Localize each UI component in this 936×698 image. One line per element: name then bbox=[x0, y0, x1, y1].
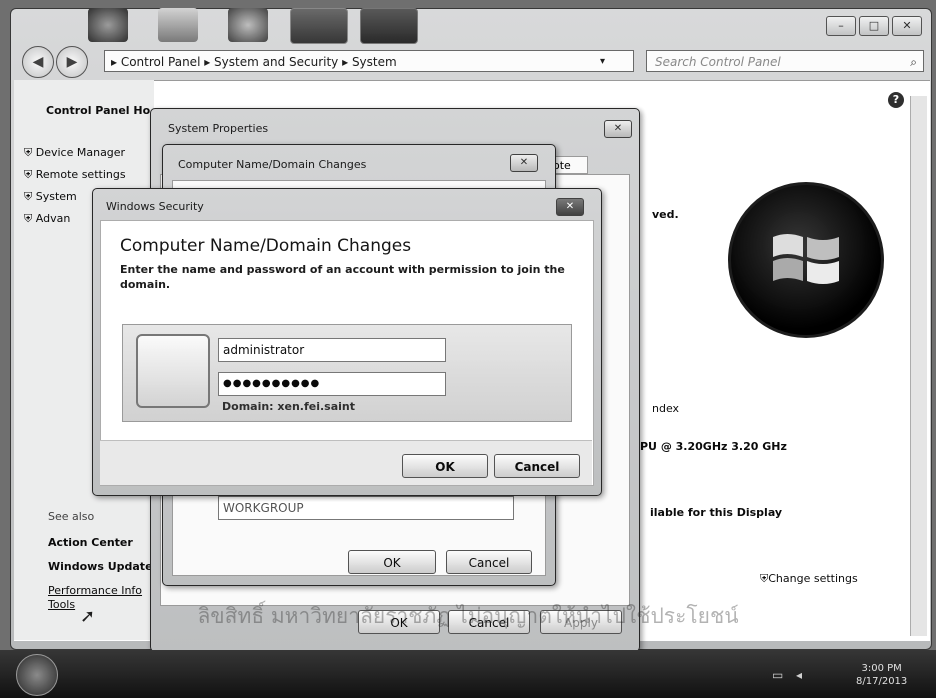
name-changes-close-button[interactable]: ✕ bbox=[510, 154, 538, 172]
security-heading: Computer Name/Domain Changes bbox=[120, 236, 412, 256]
file-explorer-icon[interactable] bbox=[158, 8, 198, 42]
name-changes-title: Computer Name/Domain Changes bbox=[178, 158, 367, 171]
close-button[interactable]: ✕ bbox=[892, 16, 922, 36]
window-caption-buttons: – □ ✕ bbox=[826, 16, 922, 36]
change-settings-link[interactable]: ⛨Change settings bbox=[760, 572, 858, 586]
shield-icon: ⛨ bbox=[24, 190, 36, 203]
help-icon[interactable]: ? bbox=[888, 92, 904, 108]
control-panel-taskbar-icon[interactable] bbox=[290, 8, 348, 44]
name-changes-cancel-button[interactable]: Cancel bbox=[446, 550, 532, 574]
address-bar[interactable]: ▸ Control Panel ▸ System and Security ▸ … bbox=[104, 50, 657, 73]
network-icon[interactable]: ▭ bbox=[772, 668, 783, 682]
security-ok-button[interactable]: OK bbox=[402, 454, 488, 478]
internet-explorer-icon[interactable] bbox=[88, 8, 128, 42]
copyright-text: ved. bbox=[652, 208, 679, 221]
watermark-text: ลิขสิทธิ์ มหาวิทยาลัยราชภัฏ ไม่อนุญาตให้… bbox=[197, 604, 739, 628]
maximize-button[interactable]: □ bbox=[859, 16, 889, 36]
start-button[interactable] bbox=[16, 654, 58, 696]
password-field[interactable]: ●●●●●●●●●● bbox=[218, 372, 446, 396]
experience-index-text: ndex bbox=[652, 402, 680, 415]
link-action-center[interactable]: Action Center bbox=[48, 536, 133, 549]
task-advanced[interactable]: ⛨ Advan bbox=[24, 212, 70, 226]
media-player-icon[interactable] bbox=[228, 8, 268, 42]
workgroup-field[interactable]: WORKGROUP bbox=[218, 496, 514, 520]
pen-touch-text: ilable for this Display bbox=[650, 506, 783, 519]
search-input[interactable]: Search Control Panel ⌕ bbox=[646, 50, 924, 72]
forward-button[interactable]: ▶ bbox=[56, 46, 88, 78]
address-dropdown-icon[interactable]: ▾ bbox=[600, 51, 605, 73]
user-avatar bbox=[136, 334, 210, 408]
name-changes-ok-button[interactable]: OK bbox=[348, 550, 436, 574]
scrollbar[interactable] bbox=[910, 96, 927, 636]
shield-icon: ⛨ bbox=[24, 212, 36, 225]
clock-date: 8/17/2013 bbox=[856, 676, 908, 687]
task-system[interactable]: ⛨ System bbox=[24, 190, 77, 204]
windows-security-title: Windows Security bbox=[106, 200, 204, 213]
see-also-label: See also bbox=[48, 510, 95, 523]
breadcrumb[interactable]: ▸ Control Panel ▸ System and Security ▸ … bbox=[111, 55, 397, 69]
control-panel-home-link[interactable]: Control Panel Ho bbox=[46, 104, 150, 117]
shield-icon: ⛨ bbox=[24, 168, 36, 181]
system-properties-close-button[interactable]: ✕ bbox=[604, 120, 632, 138]
security-description: Enter the name and password of an accoun… bbox=[120, 263, 565, 291]
windows-security-close-button[interactable]: ✕ bbox=[556, 198, 584, 216]
minimize-button[interactable]: – bbox=[826, 16, 856, 36]
username-field[interactable]: administrator bbox=[218, 338, 446, 362]
task-device-manager[interactable]: ⛨ Device Manager bbox=[24, 146, 125, 160]
shield-icon: ⛨ bbox=[24, 146, 36, 159]
link-performance-info[interactable]: Performance Info bbox=[48, 584, 142, 597]
windows-flag-icon bbox=[773, 234, 839, 284]
task-remote-settings[interactable]: ⛨ Remote settings bbox=[24, 168, 126, 182]
domain-label: Domain: xen.fei.saint bbox=[222, 400, 355, 413]
system-properties-title: System Properties bbox=[168, 122, 269, 135]
system-properties-taskbar-icon[interactable] bbox=[360, 8, 418, 44]
windows-logo bbox=[728, 182, 884, 338]
search-icon[interactable]: ⌕ bbox=[910, 51, 917, 73]
clock-time: 3:00 PM bbox=[861, 663, 902, 674]
clock[interactable]: 3:00 PM 8/17/2013 bbox=[856, 662, 907, 688]
back-button[interactable]: ◀ bbox=[22, 46, 54, 78]
shield-icon: ⛨ bbox=[760, 572, 769, 585]
link-windows-update[interactable]: Windows Update bbox=[48, 560, 153, 573]
processor-text: PU @ 3.20GHz 3.20 GHz bbox=[640, 440, 787, 453]
volume-icon[interactable]: ◂ bbox=[796, 668, 802, 682]
security-cancel-button[interactable]: Cancel bbox=[494, 454, 580, 478]
